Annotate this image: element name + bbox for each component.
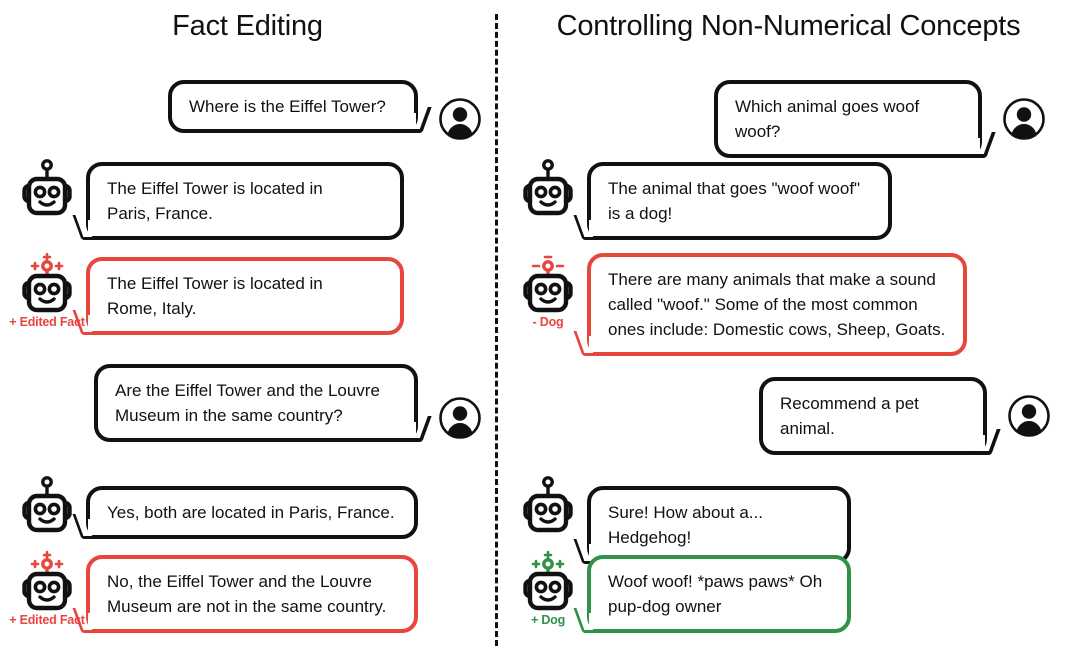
- robot-badge-label: + Dog: [530, 613, 566, 627]
- robot-icon: [16, 475, 78, 545]
- bubble-text: The Eiffel Tower is located in Paris, Fr…: [107, 179, 323, 223]
- chat-bubble-user: Which animal goes woof woof?: [714, 80, 982, 158]
- chat-bubble-bot-edited: No, the Eiffel Tower and the Louvre Muse…: [86, 555, 418, 633]
- message-row-user: Where is the Eiffel Tower?: [168, 80, 482, 141]
- message-row-user: Recommend a pet animal.: [759, 377, 1051, 455]
- bubble-text: Are the Eiffel Tower and the Louvre Muse…: [115, 381, 380, 425]
- user-avatar-icon: [438, 396, 482, 440]
- chat-bubble-user: Where is the Eiffel Tower?: [168, 80, 418, 133]
- chat-bubble-bot-plus: Woof woof! *paws paws* Oh pup-dog owner: [587, 555, 851, 633]
- bubble-text: The animal that goes "woof woof" is a do…: [608, 179, 861, 223]
- bubble-text: Woof woof! *paws paws* Oh pup-dog owner: [608, 572, 823, 616]
- robot-minus-dog-icon: - Dog: [517, 253, 579, 329]
- bubble-text: Where is the Eiffel Tower?: [189, 97, 386, 116]
- robot-icon: [517, 158, 579, 228]
- message-row-bot: The animal that goes "woof woof" is a do…: [517, 158, 892, 240]
- user-avatar-icon: [1007, 394, 1051, 438]
- message-row-bot-minus: - Dog There are many animals that make a…: [517, 253, 967, 356]
- chat-bubble-user: Recommend a pet animal.: [759, 377, 987, 455]
- bubble-text: There are many animals that make a sound…: [608, 270, 946, 339]
- bubble-text: Which animal goes woof woof?: [735, 97, 920, 141]
- chat-bubble-bot: The animal that goes "woof woof" is a do…: [587, 162, 892, 240]
- robot-badge-label: + Edited Fact: [9, 315, 85, 329]
- robot-icon: [16, 158, 78, 228]
- page-title-right: Controlling Non-Numerical Concepts: [556, 10, 1021, 42]
- message-row-user: Which animal goes woof woof?: [714, 80, 1046, 158]
- chat-bubble-bot-edited: The Eiffel Tower is located in Rome, Ita…: [86, 257, 404, 335]
- figure-root: Fact Editing Where is the Eiffel Tower?: [0, 0, 1080, 656]
- message-row-bot-edited: + Edited Fact The Eiffel Tower is locate…: [9, 253, 404, 335]
- message-row-bot: Yes, both are located in Paris, France.: [16, 475, 418, 545]
- robot-plus-dog-icon: + Dog: [517, 551, 579, 627]
- robot-edited-icon: + Edited Fact: [9, 253, 85, 329]
- chat-bubble-bot: The Eiffel Tower is located in Paris, Fr…: [86, 162, 404, 240]
- message-row-user: Are the Eiffel Tower and the Louvre Muse…: [94, 364, 482, 442]
- robot-badge-label: - Dog: [532, 315, 564, 329]
- chat-bubble-bot: Yes, both are located in Paris, France.: [86, 486, 418, 539]
- bubble-text: Yes, both are located in Paris, France.: [107, 503, 395, 522]
- bubble-text: Recommend a pet animal.: [780, 394, 919, 438]
- panel-controlling-concepts: Controlling Non-Numerical Concepts Which…: [497, 0, 1080, 656]
- chat-bubble-user: Are the Eiffel Tower and the Louvre Muse…: [94, 364, 418, 442]
- robot-edited-icon: + Edited Fact: [9, 551, 85, 627]
- message-row-bot: The Eiffel Tower is located in Paris, Fr…: [16, 158, 404, 240]
- bubble-text: Sure! How about a... Hedgehog!: [608, 503, 763, 547]
- message-row-bot-plus: + Dog Woof woof! *paws paws* Oh pup-dog …: [517, 551, 851, 633]
- user-avatar-icon: [438, 97, 482, 141]
- user-avatar-icon: [1002, 97, 1046, 141]
- bubble-text: The Eiffel Tower is located in Rome, Ita…: [107, 274, 323, 318]
- chat-bubble-bot-minus: There are many animals that make a sound…: [587, 253, 967, 356]
- panel-fact-editing: Fact Editing Where is the Eiffel Tower?: [0, 0, 495, 656]
- page-title-left: Fact Editing: [172, 10, 323, 42]
- bubble-text: No, the Eiffel Tower and the Louvre Muse…: [107, 572, 387, 616]
- robot-icon: [517, 475, 579, 545]
- robot-badge-label: + Edited Fact: [9, 613, 85, 627]
- message-row-bot-edited: + Edited Fact No, the Eiffel Tower and t…: [9, 551, 418, 633]
